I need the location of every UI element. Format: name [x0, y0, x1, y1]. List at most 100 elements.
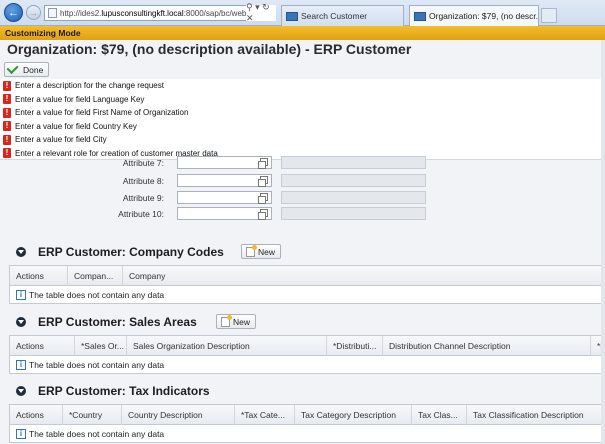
- attribute-10-input[interactable]: [177, 207, 272, 220]
- attribute-row: Attribute 8:: [0, 174, 605, 190]
- column-header[interactable]: Tax Clas...: [412, 405, 467, 425]
- attribute-7-description: [281, 156, 426, 169]
- company-codes-table: Actions Compan... Company i The table doe…: [9, 265, 605, 304]
- empty-table-row: i The table does not contain any data: [10, 425, 604, 442]
- new-button[interactable]: New: [241, 244, 282, 259]
- error-message: ! Enter a value for field Language Key: [0, 93, 605, 107]
- message-text: Enter a description for the change reque…: [15, 81, 164, 91]
- new-document-icon: [221, 314, 232, 327]
- column-header[interactable]: *Distributi...: [327, 336, 383, 356]
- new-label: New: [233, 316, 251, 327]
- value-help-icon[interactable]: [258, 193, 268, 204]
- column-header[interactable]: Tax Classification Description: [467, 405, 604, 425]
- new-label: New: [258, 246, 276, 257]
- message-text: Enter a value for field Country Key: [15, 121, 137, 131]
- address-controls[interactable]: ⚲ ▾ ↻ ✕: [246, 2, 276, 23]
- column-header[interactable]: Actions: [10, 405, 63, 425]
- sap-logo-icon: [414, 11, 426, 21]
- new-tab-button[interactable]: [541, 8, 557, 23]
- error-message: ! Enter a value for field Country Key: [0, 120, 605, 134]
- message-text: Enter a value for field Language Key: [15, 94, 145, 104]
- sales-areas-section: ERP Customer: Sales Areas New: [0, 313, 605, 331]
- tab-search-customer[interactable]: Search Customer: [281, 5, 404, 26]
- tab-label: Search Customer: [301, 11, 368, 21]
- section-title: ERP Customer: Tax Indicators: [38, 384, 210, 398]
- info-icon: i: [16, 428, 26, 439]
- section-title: ERP Customer: Company Codes: [38, 245, 224, 259]
- error-icon: !: [3, 148, 11, 159]
- tab-organization[interactable]: Organization: $79, (no descr... ×: [409, 5, 539, 26]
- attribute-label: Attribute 7:: [122, 158, 164, 168]
- info-icon: i: [16, 359, 26, 370]
- column-header[interactable]: Compan...: [68, 266, 123, 286]
- column-header[interactable]: Distribution Channel Description: [383, 336, 591, 356]
- error-icon: !: [3, 121, 11, 132]
- browser-toolbar: ← → http://ides2. lupusconsultingkft.loca…: [0, 0, 605, 26]
- attribute-row: Attribute 10:: [0, 207, 605, 223]
- tab-label: Organization: $79, (no descr...: [429, 11, 539, 21]
- column-header[interactable]: *Sales Or...: [75, 336, 127, 356]
- company-codes-section: ERP Customer: Company Codes New: [0, 243, 605, 261]
- sales-areas-table: Actions *Sales Or... Sales Organization …: [9, 335, 605, 374]
- new-document-icon: [246, 244, 257, 257]
- attribute-7-input[interactable]: [177, 156, 272, 169]
- collapse-icon[interactable]: [16, 247, 26, 257]
- tax-indicators-section: ERP Customer: Tax Indicators: [0, 382, 605, 400]
- attribute-8-description: [281, 174, 426, 187]
- error-icon: !: [3, 94, 11, 105]
- address-bar[interactable]: http://ides2. lupusconsultingkft.local:80…: [44, 5, 276, 21]
- empty-table-row: i The table does not contain any data: [10, 356, 604, 373]
- error-icon: !: [3, 134, 11, 145]
- error-icon: !: [3, 80, 11, 91]
- attribute-label: Attribute 8:: [122, 176, 164, 186]
- table-header: Actions *Country Country Description *Ta…: [10, 405, 604, 425]
- attribute-9-input[interactable]: [177, 191, 272, 204]
- forward-icon[interactable]: →: [26, 5, 41, 20]
- section-title: ERP Customer: Sales Areas: [38, 315, 197, 329]
- page-title: Organization: $79, (no description avail…: [7, 41, 412, 57]
- scrollbar[interactable]: [601, 40, 605, 444]
- column-header[interactable]: *Country: [63, 405, 122, 425]
- done-label: Done: [23, 64, 44, 75]
- error-message: ! Enter a value for field First Name of O…: [0, 106, 605, 120]
- attribute-label: Attribute 10:: [118, 209, 164, 219]
- attribute-row: Attribute 7:: [0, 156, 605, 174]
- error-message: ! Enter a description for the change requ…: [0, 79, 605, 93]
- column-header[interactable]: Sales Organization Description: [127, 336, 327, 356]
- collapse-icon[interactable]: [16, 386, 26, 396]
- attribute-10-description: [281, 207, 426, 220]
- back-icon[interactable]: ←: [4, 3, 23, 22]
- column-header[interactable]: *Tax Cate...: [235, 405, 295, 425]
- checkmark-icon: [6, 62, 19, 75]
- attribute-9-description: [281, 191, 426, 204]
- message-area: ! Enter a description for the change requ…: [0, 79, 605, 160]
- value-help-icon[interactable]: [258, 209, 268, 220]
- done-button[interactable]: Done: [4, 62, 50, 77]
- value-help-icon[interactable]: [258, 158, 268, 169]
- column-header[interactable]: Company: [123, 266, 604, 286]
- page-icon: [48, 8, 57, 18]
- collapse-icon[interactable]: [16, 317, 26, 327]
- message-text: Enter a value for field City: [15, 135, 107, 145]
- table-header: Actions Compan... Company: [10, 266, 604, 286]
- new-button[interactable]: New: [216, 314, 257, 329]
- column-header[interactable]: Tax Category Description: [295, 405, 412, 425]
- url-rest: :8000/sap/bc/web: [183, 8, 247, 18]
- url-prefix: http://ides2.: [60, 8, 102, 18]
- customizing-mode-bar: Customizing Mode: [0, 26, 605, 40]
- attribute-8-input[interactable]: [177, 174, 272, 187]
- column-header[interactable]: Actions: [10, 266, 68, 286]
- info-icon: i: [16, 289, 26, 300]
- value-help-icon[interactable]: [258, 176, 268, 187]
- column-header[interactable]: Actions: [10, 336, 75, 356]
- message-text: Enter a value for field First Name of Or…: [15, 108, 189, 118]
- error-icon: !: [3, 107, 11, 118]
- error-message: ! Enter a value for field City: [0, 133, 605, 147]
- url-host: lupusconsultingkft.local: [101, 8, 184, 18]
- tax-indicators-table: Actions *Country Country Description *Ta…: [9, 404, 605, 443]
- table-header: Actions *Sales Or... Sales Organization …: [10, 336, 605, 356]
- empty-table-row: i The table does not contain any data: [10, 286, 604, 303]
- column-header[interactable]: Country Description: [122, 405, 235, 425]
- attribute-label: Attribute 9:: [122, 193, 164, 203]
- empty-text: The table does not contain any data: [29, 359, 165, 370]
